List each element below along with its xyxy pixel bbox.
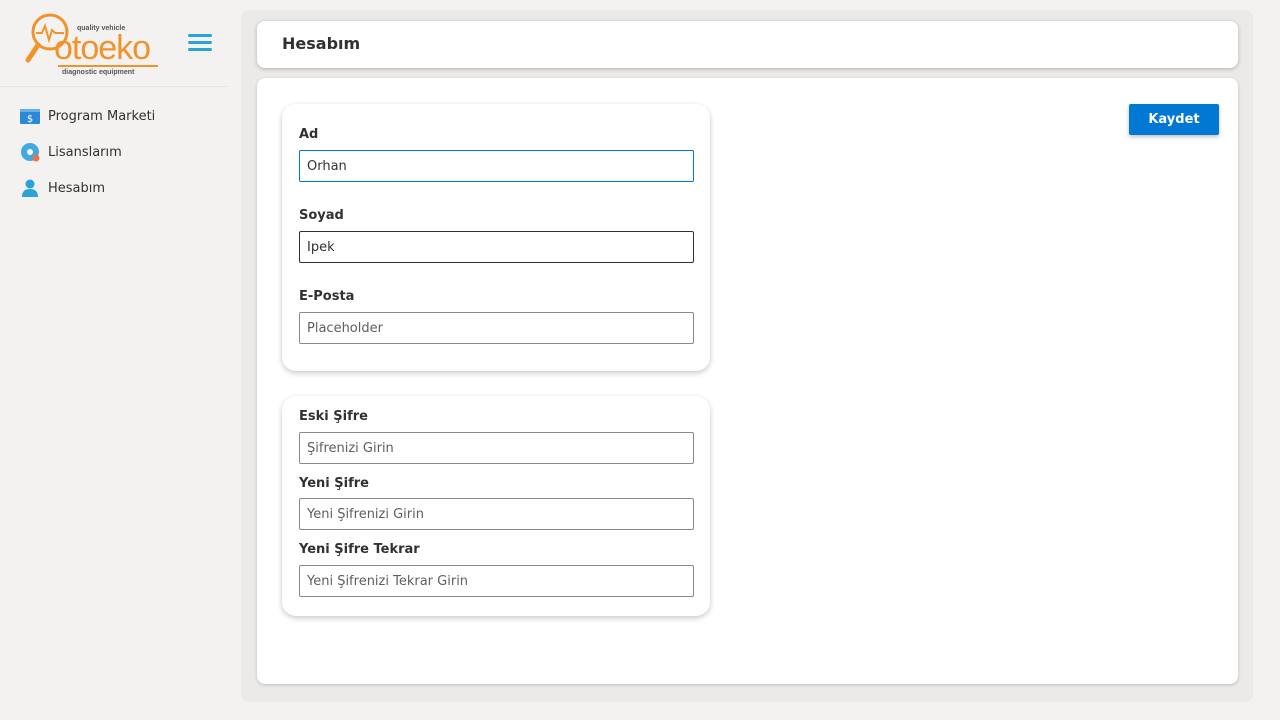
page-title: Hesabım <box>282 34 361 53</box>
email-field[interactable] <box>299 312 694 344</box>
first-name-label: Ad <box>299 127 319 142</box>
store-icon: $ <box>20 106 40 126</box>
logo-area: quality vehicle otoeko diagnostic equipm… <box>0 0 228 87</box>
new-password-field[interactable] <box>299 498 694 530</box>
license-disc-icon <box>20 142 40 162</box>
main-area: Hesabım Kaydet Ad Soyad E-Posta Eski Şif… <box>241 10 1253 702</box>
user-icon <box>20 178 40 198</box>
old-password-label: Eski Şifre <box>299 409 368 424</box>
last-name-field[interactable] <box>299 231 694 263</box>
last-name-label: Soyad <box>299 208 344 223</box>
new-password-label: Yeni Şifre <box>299 476 369 491</box>
sidebar-item-label: Lisanslarım <box>48 144 122 160</box>
sidebar-item-program-marketi[interactable]: $ Program Marketi <box>0 98 228 134</box>
sidebar-item-lisanslarim[interactable]: Lisanslarım <box>0 134 228 170</box>
logo-underline <box>58 65 158 67</box>
svg-text:$: $ <box>27 114 33 125</box>
old-password-field[interactable] <box>299 432 694 464</box>
save-button[interactable]: Kaydet <box>1129 104 1219 135</box>
first-name-field[interactable] <box>299 150 694 182</box>
sidebar-item-label: Hesabım <box>48 180 106 196</box>
logo-subtitle: diagnostic equipment <box>62 69 135 76</box>
email-label: E-Posta <box>299 289 355 304</box>
sidebar: quality vehicle otoeko diagnostic equipm… <box>0 0 228 720</box>
sidebar-item-label: Program Marketi <box>48 108 156 124</box>
page-header: Hesabım <box>257 21 1238 68</box>
content-card: Kaydet Ad Soyad E-Posta Eski Şifre Yeni … <box>257 78 1238 684</box>
sidebar-nav: $ Program Marketi Lisanslarım Hesabım <box>0 98 228 206</box>
otoeko-logo[interactable]: quality vehicle otoeko diagnostic equipm… <box>24 8 164 80</box>
hamburger-menu-icon[interactable] <box>188 34 212 52</box>
sidebar-item-hesabim[interactable]: Hesabım <box>0 170 228 206</box>
confirm-password-label: Yeni Şifre Tekrar <box>299 542 420 557</box>
profile-form-card: Ad Soyad E-Posta <box>282 104 710 371</box>
logo-brand: otoeko <box>54 29 151 67</box>
confirm-password-field[interactable] <box>299 565 694 597</box>
password-form-card: Eski Şifre Yeni Şifre Yeni Şifre Tekrar <box>282 396 710 616</box>
